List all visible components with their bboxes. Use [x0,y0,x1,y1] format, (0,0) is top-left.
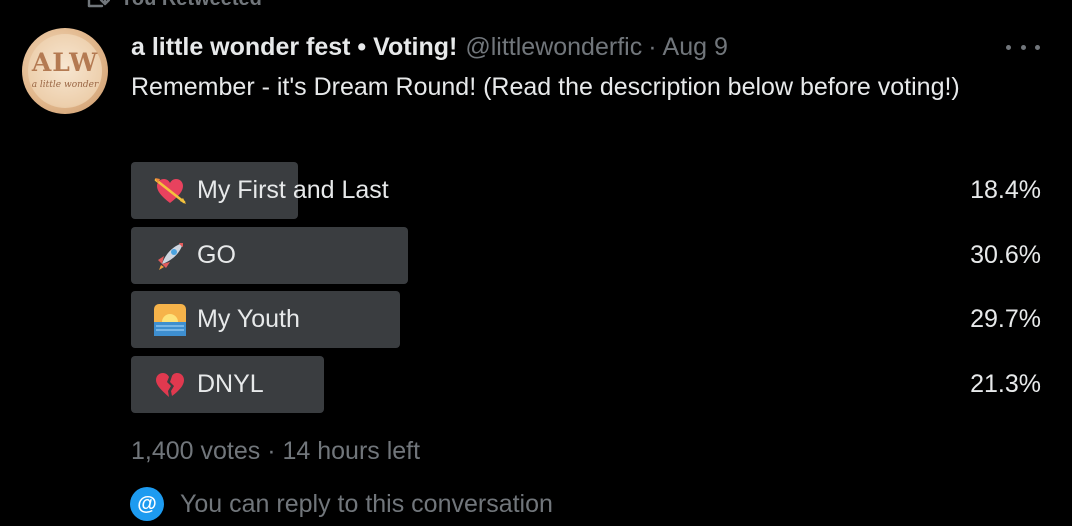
poll-option-label-group: DNYL [153,356,264,413]
user-handle[interactable]: @littlewonderfic [465,33,642,62]
poll-option-label-group: GO [153,227,236,284]
poll-option-percent: 18.4% [970,176,1041,204]
poll-option-percent: 30.6% [970,241,1041,269]
poll-option-label-group: My First and Last [153,162,389,219]
poll-option: My First and Last 18.4% [131,162,1041,219]
poll-meta: 1,400 votes · 14 hours left [131,437,421,465]
poll-option-label: My Youth [197,305,300,333]
more-horizontal-icon-dot [1035,44,1040,50]
reply-restriction-text: You can reply to this conversation [180,489,553,518]
avatar-logo-text: ALW [31,48,99,77]
display-name[interactable]: a little wonder fest • Voting! [131,33,457,62]
poll-option: GO 30.6% [131,227,1041,284]
more-horizontal-icon-dot [1020,44,1026,50]
retweet-context: You Retweeted [84,0,262,12]
more-horizontal-icon [1006,44,1011,50]
retweet-context-label: You Retweeted [120,0,262,11]
tweet-header: a little wonder fest • Voting! @littlewo… [131,31,728,63]
poll-option-label-group: My Youth [153,291,300,348]
heart-with-arrow-icon [154,177,186,204]
avatar[interactable]: ALW a little wonder [22,28,108,114]
broken-heart-icon [156,372,184,397]
poll-option: DNYL 21.3% [131,356,1041,413]
poll-option-label: GO [197,241,236,269]
poll-option-percent: 29.7% [970,305,1041,333]
retweet-icon [84,0,110,10]
at-sign-icon: @ [130,487,164,521]
tweet-text: Remember - it's Dream Round! (Read the d… [131,73,960,101]
poll-option-percent: 21.3% [970,370,1041,398]
tweet-date[interactable]: Aug 9 [663,33,728,62]
reply-restriction: @ You can reply to this conversation [130,486,553,522]
header-separator: · [648,32,657,61]
poll-option: My Youth 29.7% [131,291,1041,348]
avatar-logo-subtext: a little wonder [31,80,99,90]
sunrise-over-sea-icon [154,303,186,336]
rocket-icon [158,242,183,270]
more-options-button[interactable] [1006,36,1040,58]
poll-option-label: DNYL [197,370,264,398]
poll-option-label: My First and Last [197,176,389,204]
